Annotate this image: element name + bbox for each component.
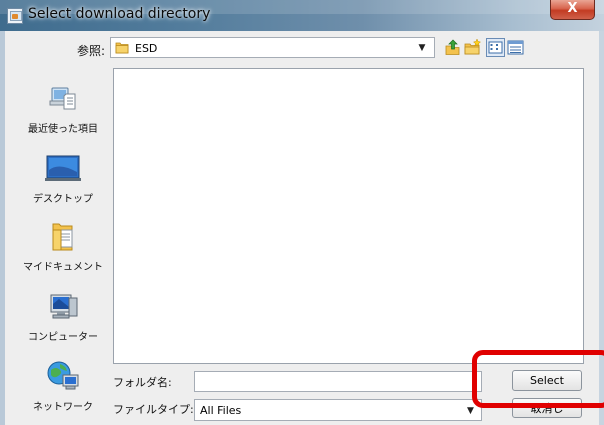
cancel-button[interactable]: 取消し (512, 398, 582, 418)
places-bar: 最近使った項目 デスクトップ マイドキュメント コンピューター ネットワーク (18, 68, 108, 413)
place-recent-items[interactable]: 最近使った項目 (18, 78, 108, 143)
folder-name-input[interactable] (194, 371, 482, 392)
title-bar[interactable]: Select download directory X (0, 0, 604, 31)
chevron-down-icon[interactable]: ▼ (415, 42, 429, 54)
network-icon (47, 361, 79, 390)
close-button[interactable]: X (550, 0, 595, 20)
place-network[interactable]: ネットワーク (18, 356, 108, 421)
new-folder-icon (464, 38, 482, 55)
place-label: 最近使った項目 (28, 124, 98, 135)
new-folder-button[interactable] (463, 38, 482, 57)
computer-icon (50, 294, 78, 319)
list-view-icon (488, 41, 503, 54)
place-label: マイドキュメント (23, 262, 103, 273)
file-type-value: All Files (200, 404, 242, 417)
select-button[interactable]: Select (512, 370, 582, 391)
look-in-label: 参照: (77, 44, 106, 58)
folder-icon (115, 42, 129, 54)
file-list[interactable] (113, 68, 584, 364)
list-view-button[interactable] (486, 38, 505, 57)
up-folder-button[interactable] (443, 38, 462, 57)
place-label: ネットワーク (33, 402, 93, 413)
details-view-icon (507, 40, 524, 55)
details-view-button[interactable] (506, 38, 525, 57)
place-desktop[interactable]: デスクトップ (18, 148, 108, 213)
file-type-combo[interactable]: All Files ▼ (194, 399, 482, 421)
place-label: デスクトップ (33, 194, 93, 205)
up-folder-icon (445, 39, 460, 55)
window-title: Select download directory (28, 6, 211, 22)
look-in-combo[interactable]: ESD ▼ (110, 37, 435, 58)
window-frame-right (599, 31, 604, 425)
file-chooser-window: Select download directory X 参照: ESD ▼ 最近… (0, 0, 604, 425)
java-app-icon (7, 8, 23, 24)
file-type-label: ファイルタイプ: (113, 403, 194, 416)
place-computer[interactable]: コンピューター (18, 286, 108, 351)
recent-items-icon (49, 87, 76, 110)
place-label: コンピューター (28, 332, 98, 343)
desktop-icon (45, 155, 81, 181)
place-my-documents[interactable]: マイドキュメント (18, 216, 108, 281)
my-documents-icon (52, 223, 73, 251)
folder-name-label: フォルダ名: (113, 376, 172, 389)
chevron-down-icon[interactable]: ▼ (467, 406, 474, 416)
look-in-value: ESD (135, 42, 158, 55)
